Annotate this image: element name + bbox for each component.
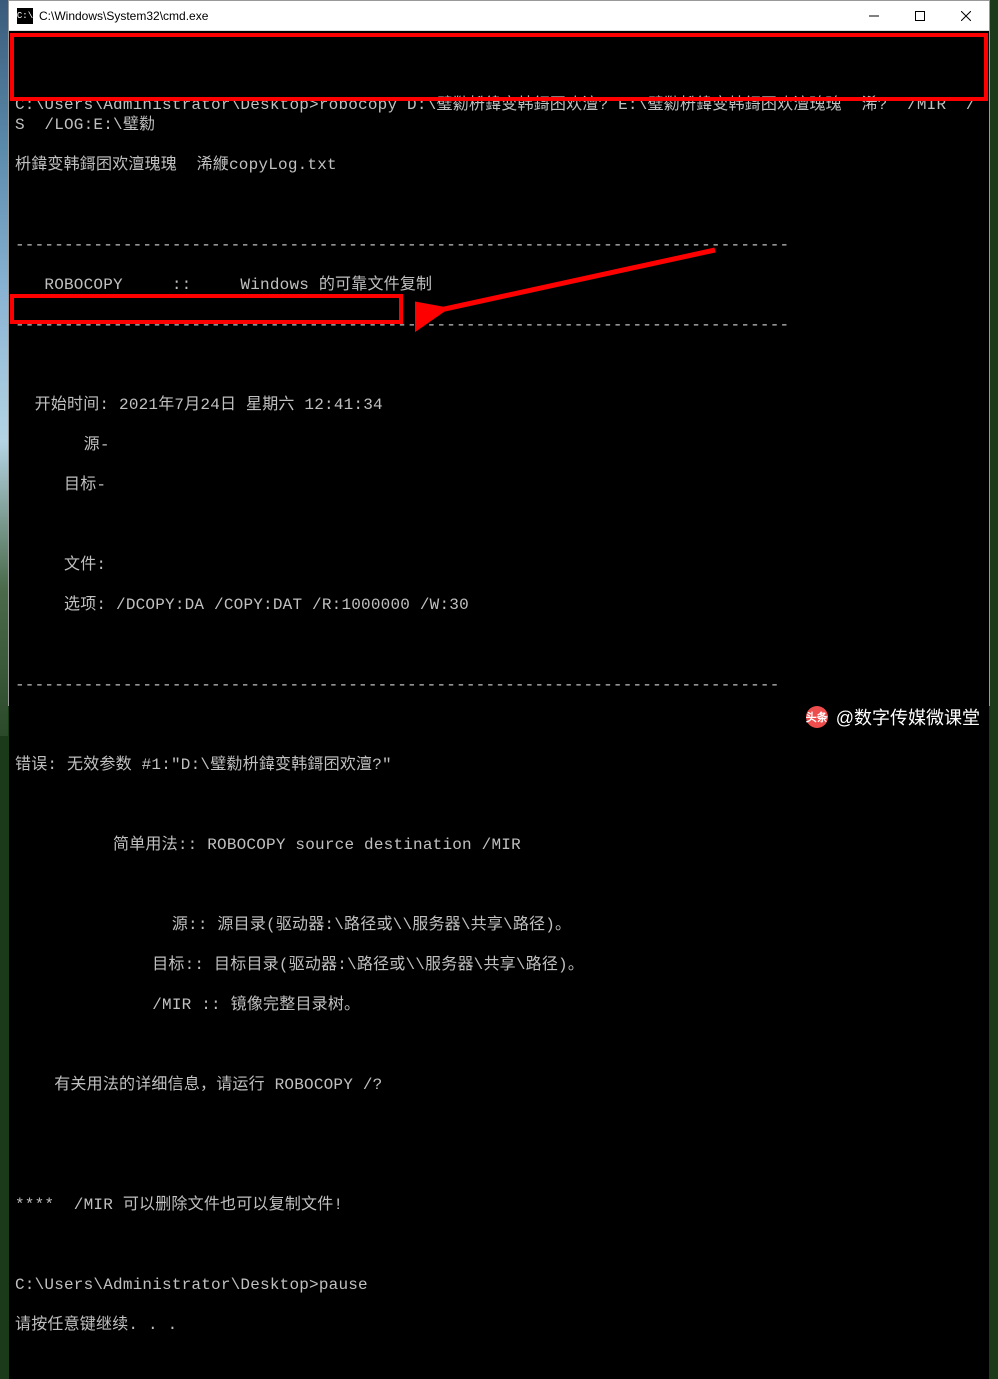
console-line <box>15 1035 983 1055</box>
console-line <box>15 875 983 895</box>
minimize-button[interactable] <box>851 1 897 31</box>
console-line <box>15 195 983 215</box>
console-line: ----------------------------------------… <box>15 675 983 695</box>
console-line <box>15 355 983 375</box>
console-line: 简单用法:: ROBOCOPY source destination /MIR <box>15 835 983 855</box>
console-line: ----------------------------------------… <box>15 315 983 335</box>
console-line: 开始时间: 2021年7月24日 星期六 12:41:34 <box>15 395 983 415</box>
console-line: /MIR :: 镜像完整目录树。 <box>15 995 983 1015</box>
console-line <box>15 635 983 655</box>
console-line <box>15 515 983 535</box>
console-line <box>15 1155 983 1175</box>
maximize-button[interactable] <box>897 1 943 31</box>
watermark-text: @数字传媒微课堂 <box>836 704 980 730</box>
cmd-icon: C:\ <box>17 8 33 24</box>
console-line: 目标- <box>15 475 983 495</box>
console-line <box>15 795 983 815</box>
console-line: 错误: 无效参数 #1:"D:\璧勬枡鍏变韩鎶囨欢澶?" <box>15 755 983 775</box>
console-line: 目标:: 目标目录(驱动器:\路径或\\服务器\共享\路径)。 <box>15 955 983 975</box>
console-line: 枡鍏变韩鎶囨欢澶瑰瑰 浠緶copyLog.txt <box>15 155 983 175</box>
watermark: 头条 @数字传媒微课堂 <box>806 704 980 730</box>
watermark-logo-icon: 头条 <box>806 706 828 728</box>
console-line: 请按任意键继续. . . <box>15 1315 983 1335</box>
console-line: ----------------------------------------… <box>15 235 983 255</box>
console-line <box>15 55 983 75</box>
console-line: **** /MIR 可以删除文件也可以复制文件! <box>15 1195 983 1215</box>
console-line: 源:: 源目录(驱动器:\路径或\\服务器\共享\路径)。 <box>15 915 983 935</box>
close-button[interactable] <box>943 1 989 31</box>
window-title: C:\Windows\System32\cmd.exe <box>39 9 851 23</box>
console-line: C:\Users\Administrator\Desktop>robocopy … <box>15 95 983 135</box>
console-line: 有关用法的详细信息，请运行 ROBOCOPY /? <box>15 1075 983 1095</box>
console-line: 文件: <box>15 555 983 575</box>
console-line: 源- <box>15 435 983 455</box>
cmd-window: C:\ C:\Windows\System32\cmd.exe C:\Users… <box>8 0 990 706</box>
console-line: 选项: /DCOPY:DA /COPY:DAT /R:1000000 /W:30 <box>15 595 983 615</box>
console-line: C:\Users\Administrator\Desktop>pause <box>15 1275 983 1295</box>
desktop-background-strip <box>0 0 8 736</box>
console-line <box>15 1235 983 1255</box>
console-line <box>15 1115 983 1135</box>
window-titlebar[interactable]: C:\ C:\Windows\System32\cmd.exe <box>9 1 989 31</box>
console-line: ROBOCOPY :: Windows 的可靠文件复制 <box>15 275 983 295</box>
